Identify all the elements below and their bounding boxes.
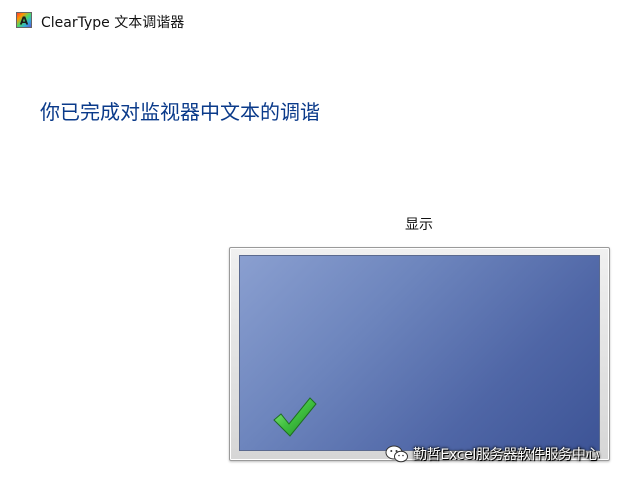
app-icon-letter: A: [19, 14, 29, 27]
display-label: 显示: [405, 217, 433, 233]
cleartype-tuner-window: A ClearType 文本调谐器 你已完成对监视器中文本的调谐 显示 勤哲Ex…: [0, 0, 638, 482]
page-heading: 你已完成对监视器中文本的调谐: [40, 100, 320, 124]
watermark: 勤哲Excel服务器软件服务中心: [385, 444, 600, 464]
window-title: ClearType 文本调谐器: [41, 15, 185, 31]
cleartype-app-icon: A: [16, 12, 32, 28]
monitor-screen: [239, 255, 600, 451]
watermark-text: 勤哲Excel服务器软件服务中心: [413, 447, 600, 463]
wechat-icon: [385, 445, 408, 463]
checkmark-icon: [273, 397, 317, 437]
monitor-preview: [229, 247, 610, 461]
